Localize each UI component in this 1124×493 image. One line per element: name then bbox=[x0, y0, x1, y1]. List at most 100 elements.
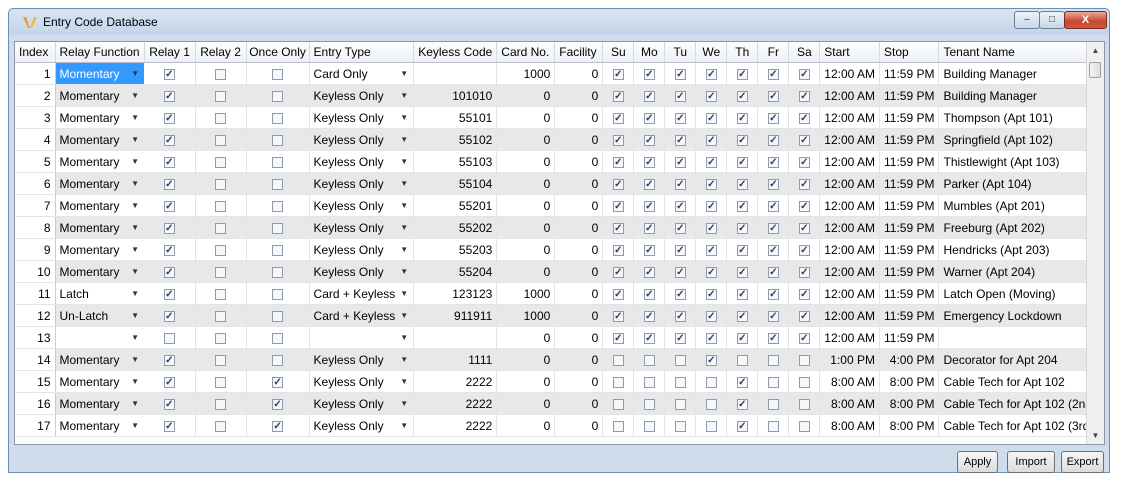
maximize-button[interactable]: □ bbox=[1039, 11, 1065, 29]
stop-time-cell[interactable]: 11:59 PM bbox=[879, 106, 940, 129]
scroll-up-icon[interactable]: ▲ bbox=[1087, 42, 1104, 59]
once-only-cell[interactable] bbox=[246, 260, 310, 283]
checkbox[interactable] bbox=[705, 222, 717, 234]
tenant-name-cell[interactable]: Cable Tech for Apt 102 (2nd) bbox=[938, 392, 1102, 415]
checkbox[interactable] bbox=[798, 200, 810, 212]
keyless-code-cell[interactable]: 55202 bbox=[413, 216, 498, 239]
once-only-cell[interactable] bbox=[246, 194, 310, 217]
dropdown-arrow-icon[interactable]: ▼ bbox=[397, 198, 411, 214]
card-no-cell[interactable]: 0 bbox=[496, 370, 556, 393]
checkbox[interactable] bbox=[705, 376, 717, 388]
day-fr-cell[interactable] bbox=[757, 216, 790, 239]
checkbox[interactable] bbox=[798, 420, 810, 432]
dropdown-arrow-icon[interactable]: ▼ bbox=[397, 286, 411, 302]
checkbox[interactable] bbox=[643, 354, 655, 366]
keyless-code-cell[interactable]: 2222 bbox=[413, 370, 498, 393]
relay2-cell[interactable] bbox=[195, 326, 247, 349]
dropdown-arrow-icon[interactable]: ▼ bbox=[128, 396, 142, 412]
checkbox[interactable] bbox=[767, 332, 779, 344]
day-mo-cell[interactable] bbox=[633, 172, 666, 195]
dropdown-arrow-icon[interactable]: ▼ bbox=[128, 66, 142, 82]
dropdown-arrow-icon[interactable]: ▼ bbox=[128, 374, 142, 390]
dropdown-arrow-icon[interactable]: ▼ bbox=[128, 286, 142, 302]
relay2-cell[interactable] bbox=[195, 414, 247, 437]
day-mo-cell[interactable] bbox=[633, 194, 666, 217]
relay1-cell[interactable] bbox=[144, 260, 196, 283]
table-row[interactable]: 3 Momentary ▼ Keyless Only ▼ 55101 0 0 12:00 AM 1… bbox=[15, 106, 1102, 129]
checkbox[interactable] bbox=[674, 398, 686, 410]
day-sa-cell[interactable] bbox=[788, 62, 821, 85]
export-button[interactable]: Export bbox=[1061, 451, 1104, 473]
day-we-cell[interactable] bbox=[695, 260, 728, 283]
day-mo-cell[interactable] bbox=[633, 62, 666, 85]
start-time-cell[interactable]: 12:00 AM bbox=[819, 62, 880, 85]
card-no-cell[interactable]: 0 bbox=[496, 260, 556, 283]
checkbox[interactable] bbox=[215, 90, 227, 102]
dropdown-arrow-icon[interactable]: ▼ bbox=[128, 220, 142, 236]
dropdown-arrow-icon[interactable]: ▼ bbox=[397, 396, 411, 412]
entry-type-select[interactable]: Keyless Only ▼ bbox=[309, 260, 415, 283]
entry-type-select[interactable]: Keyless Only ▼ bbox=[309, 370, 415, 393]
relay1-cell[interactable] bbox=[144, 392, 196, 415]
table-row[interactable]: 13 ▼ ▼ 0 0 12:00 AM 11:59 PM bbox=[15, 326, 1102, 349]
checkbox[interactable] bbox=[163, 420, 175, 432]
day-fr-cell[interactable] bbox=[757, 260, 790, 283]
day-tu-cell[interactable] bbox=[664, 84, 697, 107]
checkbox[interactable] bbox=[163, 90, 175, 102]
checkbox[interactable] bbox=[215, 420, 227, 432]
checkbox[interactable] bbox=[272, 244, 284, 256]
checkbox[interactable] bbox=[272, 288, 284, 300]
checkbox[interactable] bbox=[643, 90, 655, 102]
checkbox[interactable] bbox=[163, 222, 175, 234]
day-tu-cell[interactable] bbox=[664, 414, 697, 437]
checkbox[interactable] bbox=[272, 68, 284, 80]
checkbox[interactable] bbox=[705, 266, 717, 278]
dropdown-arrow-icon[interactable]: ▼ bbox=[128, 176, 142, 192]
day-we-cell[interactable] bbox=[695, 128, 728, 151]
checkbox[interactable] bbox=[736, 288, 748, 300]
checkbox[interactable] bbox=[705, 200, 717, 212]
checkbox[interactable] bbox=[612, 112, 624, 124]
entry-type-select[interactable]: Keyless Only ▼ bbox=[309, 392, 415, 415]
close-button[interactable]: X bbox=[1064, 11, 1107, 29]
dropdown-arrow-icon[interactable]: ▼ bbox=[397, 66, 411, 82]
relay1-cell[interactable] bbox=[144, 106, 196, 129]
day-sa-cell[interactable] bbox=[788, 414, 821, 437]
day-sa-cell[interactable] bbox=[788, 172, 821, 195]
day-fr-cell[interactable] bbox=[757, 326, 790, 349]
table-row[interactable]: 15 Momentary ▼ Keyless Only ▼ 2222 0 0 8:00 AM 8:… bbox=[15, 370, 1102, 393]
start-time-cell[interactable]: 12:00 AM bbox=[819, 150, 880, 173]
dropdown-arrow-icon[interactable]: ▼ bbox=[397, 330, 411, 346]
relay1-cell[interactable] bbox=[144, 282, 196, 305]
dropdown-arrow-icon[interactable]: ▼ bbox=[128, 88, 142, 104]
checkbox[interactable] bbox=[215, 68, 227, 80]
relay2-cell[interactable] bbox=[195, 392, 247, 415]
relay-function-select[interactable]: Momentary ▼ bbox=[55, 260, 145, 283]
checkbox[interactable] bbox=[163, 68, 175, 80]
checkbox[interactable] bbox=[736, 244, 748, 256]
relay2-cell[interactable] bbox=[195, 84, 247, 107]
checkbox[interactable] bbox=[736, 310, 748, 322]
checkbox[interactable] bbox=[674, 200, 686, 212]
relay1-cell[interactable] bbox=[144, 414, 196, 437]
checkbox[interactable] bbox=[215, 332, 227, 344]
relay-function-select[interactable]: Momentary ▼ bbox=[55, 216, 145, 239]
day-sa-cell[interactable] bbox=[788, 282, 821, 305]
day-th-cell[interactable] bbox=[726, 282, 759, 305]
day-mo-cell[interactable] bbox=[633, 392, 666, 415]
stop-time-cell[interactable]: 8:00 PM bbox=[879, 414, 940, 437]
column-header-index[interactable]: Index bbox=[15, 42, 56, 63]
checkbox[interactable] bbox=[272, 420, 284, 432]
day-su-cell[interactable] bbox=[602, 414, 635, 437]
relay-function-select[interactable]: Un-Latch ▼ bbox=[55, 304, 145, 327]
dropdown-arrow-icon[interactable]: ▼ bbox=[128, 198, 142, 214]
card-no-cell[interactable]: 0 bbox=[496, 172, 556, 195]
day-we-cell[interactable] bbox=[695, 216, 728, 239]
day-we-cell[interactable] bbox=[695, 172, 728, 195]
day-sa-cell[interactable] bbox=[788, 216, 821, 239]
checkbox[interactable] bbox=[643, 332, 655, 344]
day-we-cell[interactable] bbox=[695, 282, 728, 305]
relay2-cell[interactable] bbox=[195, 238, 247, 261]
start-time-cell[interactable]: 1:00 PM bbox=[819, 348, 880, 371]
tenant-name-cell[interactable]: Freeburg (Apt 202) bbox=[938, 216, 1102, 239]
